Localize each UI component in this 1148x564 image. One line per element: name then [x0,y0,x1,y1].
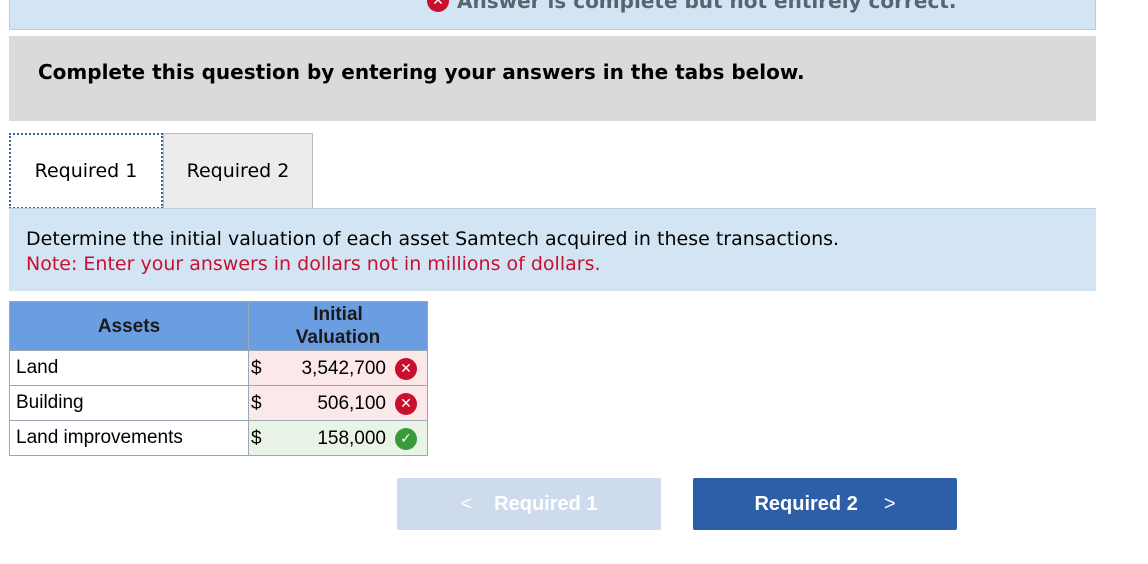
header-assets: Assets [9,301,249,351]
table-header-row: Assets Initial Valuation [9,301,428,351]
tab-label: Required 2 [186,160,290,182]
valuation-value: 158,000 [317,428,386,449]
instruction-text: Determine the initial valuation of each … [26,228,840,250]
valuation-input-land-improvements[interactable]: $ 158,000 ✓ [248,420,428,456]
header-line: Initial [313,304,363,325]
incorrect-x-icon: ✕ [395,393,417,415]
x-circle-icon: ✕ [427,0,449,12]
chevron-left-icon: < [460,492,473,515]
asset-label: Land improvements [9,420,249,456]
next-button-label: Required 2 [754,492,858,515]
currency-symbol: $ [251,393,262,414]
chevron-right-icon: > [883,492,896,515]
table-row: Land improvements $ 158,000 ✓ [9,420,428,456]
answer-status-text: Answer is complete but not entirely corr… [457,0,957,13]
asset-valuation-table: Assets Initial Valuation Land $ 3,542,70… [9,301,428,456]
tab-label: Required 1 [34,160,138,182]
question-prompt-bar: Complete this question by entering your … [9,36,1096,121]
currency-symbol: $ [251,358,262,379]
valuation-value: 506,100 [317,393,386,414]
header-initial-valuation: Initial Valuation [248,301,428,351]
previous-required-1-button[interactable]: < Required 1 [397,478,661,530]
table-row: Building $ 506,100 ✕ [9,385,428,421]
asset-label: Land [9,350,249,386]
question-prompt: Complete this question by entering your … [38,60,805,84]
next-required-2-button[interactable]: Required 2 > [693,478,957,530]
valuation-input-building[interactable]: $ 506,100 ✕ [248,385,428,421]
instructions-panel: Determine the initial valuation of each … [9,208,1096,291]
asset-label: Building [9,385,249,421]
header-line: Valuation [295,327,381,348]
tab-required-1[interactable]: Required 1 [9,133,163,209]
currency-symbol: $ [251,428,262,449]
answer-status-banner: ✕ Answer is complete but not entirely co… [9,0,1096,30]
valuation-value: 3,542,700 [301,358,386,379]
instruction-note: Note: Enter your answers in dollars not … [26,253,601,275]
table-row: Land $ 3,542,700 ✕ [9,350,428,386]
previous-button-label: Required 1 [494,492,598,515]
correct-check-icon: ✓ [395,428,417,450]
incorrect-x-icon: ✕ [395,358,417,380]
valuation-input-land[interactable]: $ 3,542,700 ✕ [248,350,428,386]
tab-required-2[interactable]: Required 2 [163,133,313,209]
